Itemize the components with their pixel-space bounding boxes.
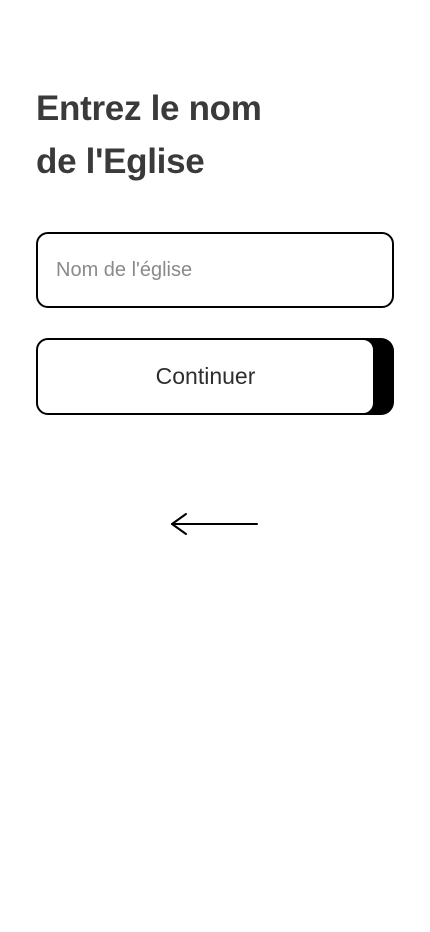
page-title-line-1: Entrez le nom xyxy=(36,89,262,128)
arrow-left-icon[interactable] xyxy=(166,508,262,540)
church-name-field xyxy=(36,232,394,308)
page-title-line-2: de l'Eglise xyxy=(36,142,205,181)
continue-button[interactable]: Continuer xyxy=(36,338,375,415)
church-name-input[interactable] xyxy=(38,234,392,306)
church-name-screen: Entrez le nom de l'Eglise Continuer xyxy=(0,0,430,932)
page-title: Entrez le nom de l'Eglise xyxy=(36,82,396,188)
